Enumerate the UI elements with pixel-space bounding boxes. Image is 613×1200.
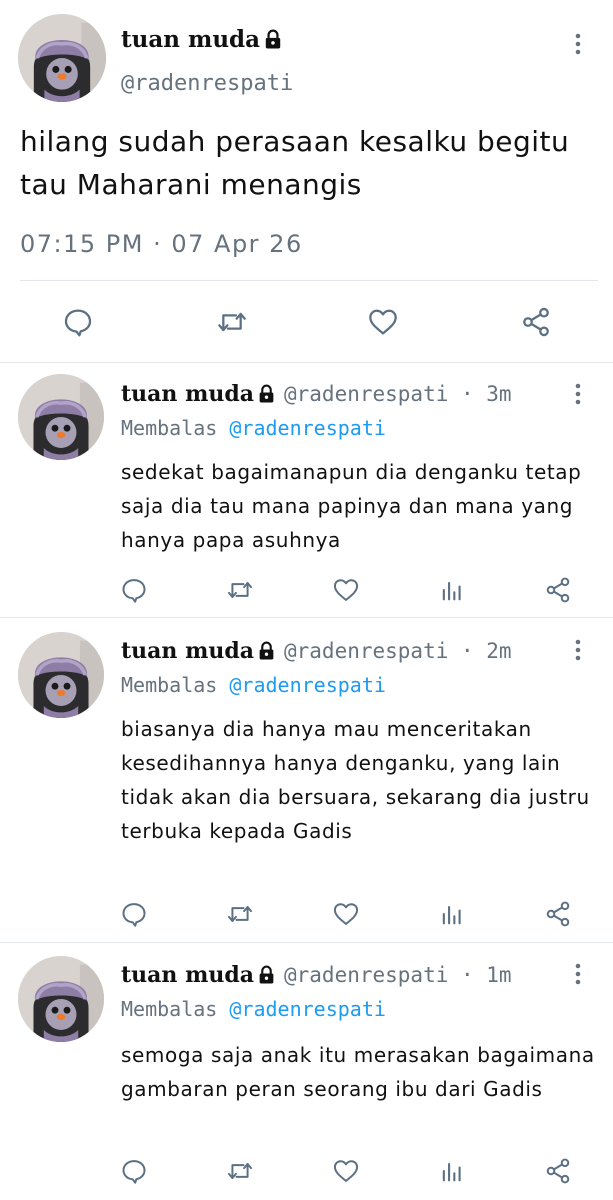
reply-text: semoga saja anak itu merasakan bagaimana…	[121, 1043, 595, 1101]
reply-avatar[interactable]	[18, 956, 104, 1042]
reply-text: sedekat bagaimanapun dia denganku tetap …	[121, 460, 582, 552]
reply-author-name[interactable]: tuan muda	[121, 380, 275, 408]
lock-icon	[264, 29, 282, 49]
lock-icon	[258, 384, 275, 403]
lock-icon	[258, 965, 275, 984]
share-icon[interactable]	[544, 576, 572, 604]
share-icon[interactable]	[520, 306, 552, 338]
divider	[0, 362, 613, 363]
replying-to: Membalas @radenrespati	[121, 671, 386, 699]
mention-link[interactable]: @radenrespati	[229, 416, 386, 440]
avatar-image	[18, 956, 104, 1042]
share-icon[interactable]	[544, 900, 572, 928]
reply-author-name[interactable]: tuan muda	[121, 637, 275, 665]
like-icon[interactable]	[332, 900, 360, 928]
replying-label: Membalas	[121, 673, 218, 697]
divider	[20, 280, 598, 281]
avatar-image	[18, 14, 106, 102]
reply-handle-time[interactable]: @radenrespati · 1m	[284, 961, 512, 989]
reply-author-name[interactable]: tuan muda	[121, 961, 275, 989]
reply-handle-time[interactable]: @radenrespati · 2m	[284, 637, 512, 665]
author-name-text: tuan muda	[121, 26, 261, 53]
retweet-icon[interactable]	[226, 900, 254, 928]
reply-icon[interactable]	[120, 576, 148, 604]
analytics-icon[interactable]	[438, 1157, 466, 1185]
reply-author-name-text: tuan muda	[121, 638, 254, 664]
avatar-image	[18, 374, 104, 460]
reply-icon[interactable]	[62, 306, 94, 338]
like-icon[interactable]	[367, 306, 399, 338]
author-name[interactable]: tuan muda	[121, 26, 282, 54]
avatar-image	[18, 632, 104, 718]
retweet-icon[interactable]	[226, 576, 254, 604]
replying-to: Membalas @radenrespati	[121, 995, 386, 1023]
tweet-timestamp[interactable]: 07:15 PM · 07 Apr 26	[20, 228, 303, 260]
replying-label: Membalas	[121, 997, 218, 1021]
like-icon[interactable]	[332, 1157, 360, 1185]
reply-author-name-text: tuan muda	[121, 962, 254, 988]
reply-author-name-text: tuan muda	[121, 381, 254, 407]
mention-link[interactable]: @radenrespati	[229, 997, 386, 1021]
retweet-icon[interactable]	[216, 306, 248, 338]
analytics-icon[interactable]	[438, 576, 466, 604]
reply-icon[interactable]	[120, 1157, 148, 1185]
like-icon[interactable]	[332, 576, 360, 604]
replying-to: Membalas @radenrespati	[121, 414, 386, 442]
reply-icon[interactable]	[120, 900, 148, 928]
reply-avatar[interactable]	[18, 632, 104, 718]
avatar[interactable]	[18, 14, 106, 102]
more-options-icon[interactable]	[568, 31, 588, 57]
more-options-icon[interactable]	[568, 381, 588, 407]
reply-avatar[interactable]	[18, 374, 104, 460]
tweet-text: hilang sudah perasaan kesalku begitu tau…	[20, 125, 570, 201]
reply-text: biasanya dia hanya mau menceritakan kese…	[121, 717, 590, 843]
analytics-icon[interactable]	[438, 900, 466, 928]
more-options-icon[interactable]	[568, 961, 588, 987]
divider	[0, 617, 613, 618]
share-icon[interactable]	[544, 1157, 572, 1185]
mention-link[interactable]: @radenrespati	[229, 673, 386, 697]
more-options-icon[interactable]	[568, 637, 588, 663]
author-handle[interactable]: @radenrespati	[121, 70, 293, 98]
replying-label: Membalas	[121, 416, 218, 440]
reply-handle-time[interactable]: @radenrespati · 3m	[284, 380, 512, 408]
lock-icon	[258, 641, 275, 660]
divider	[0, 942, 613, 943]
retweet-icon[interactable]	[226, 1157, 254, 1185]
